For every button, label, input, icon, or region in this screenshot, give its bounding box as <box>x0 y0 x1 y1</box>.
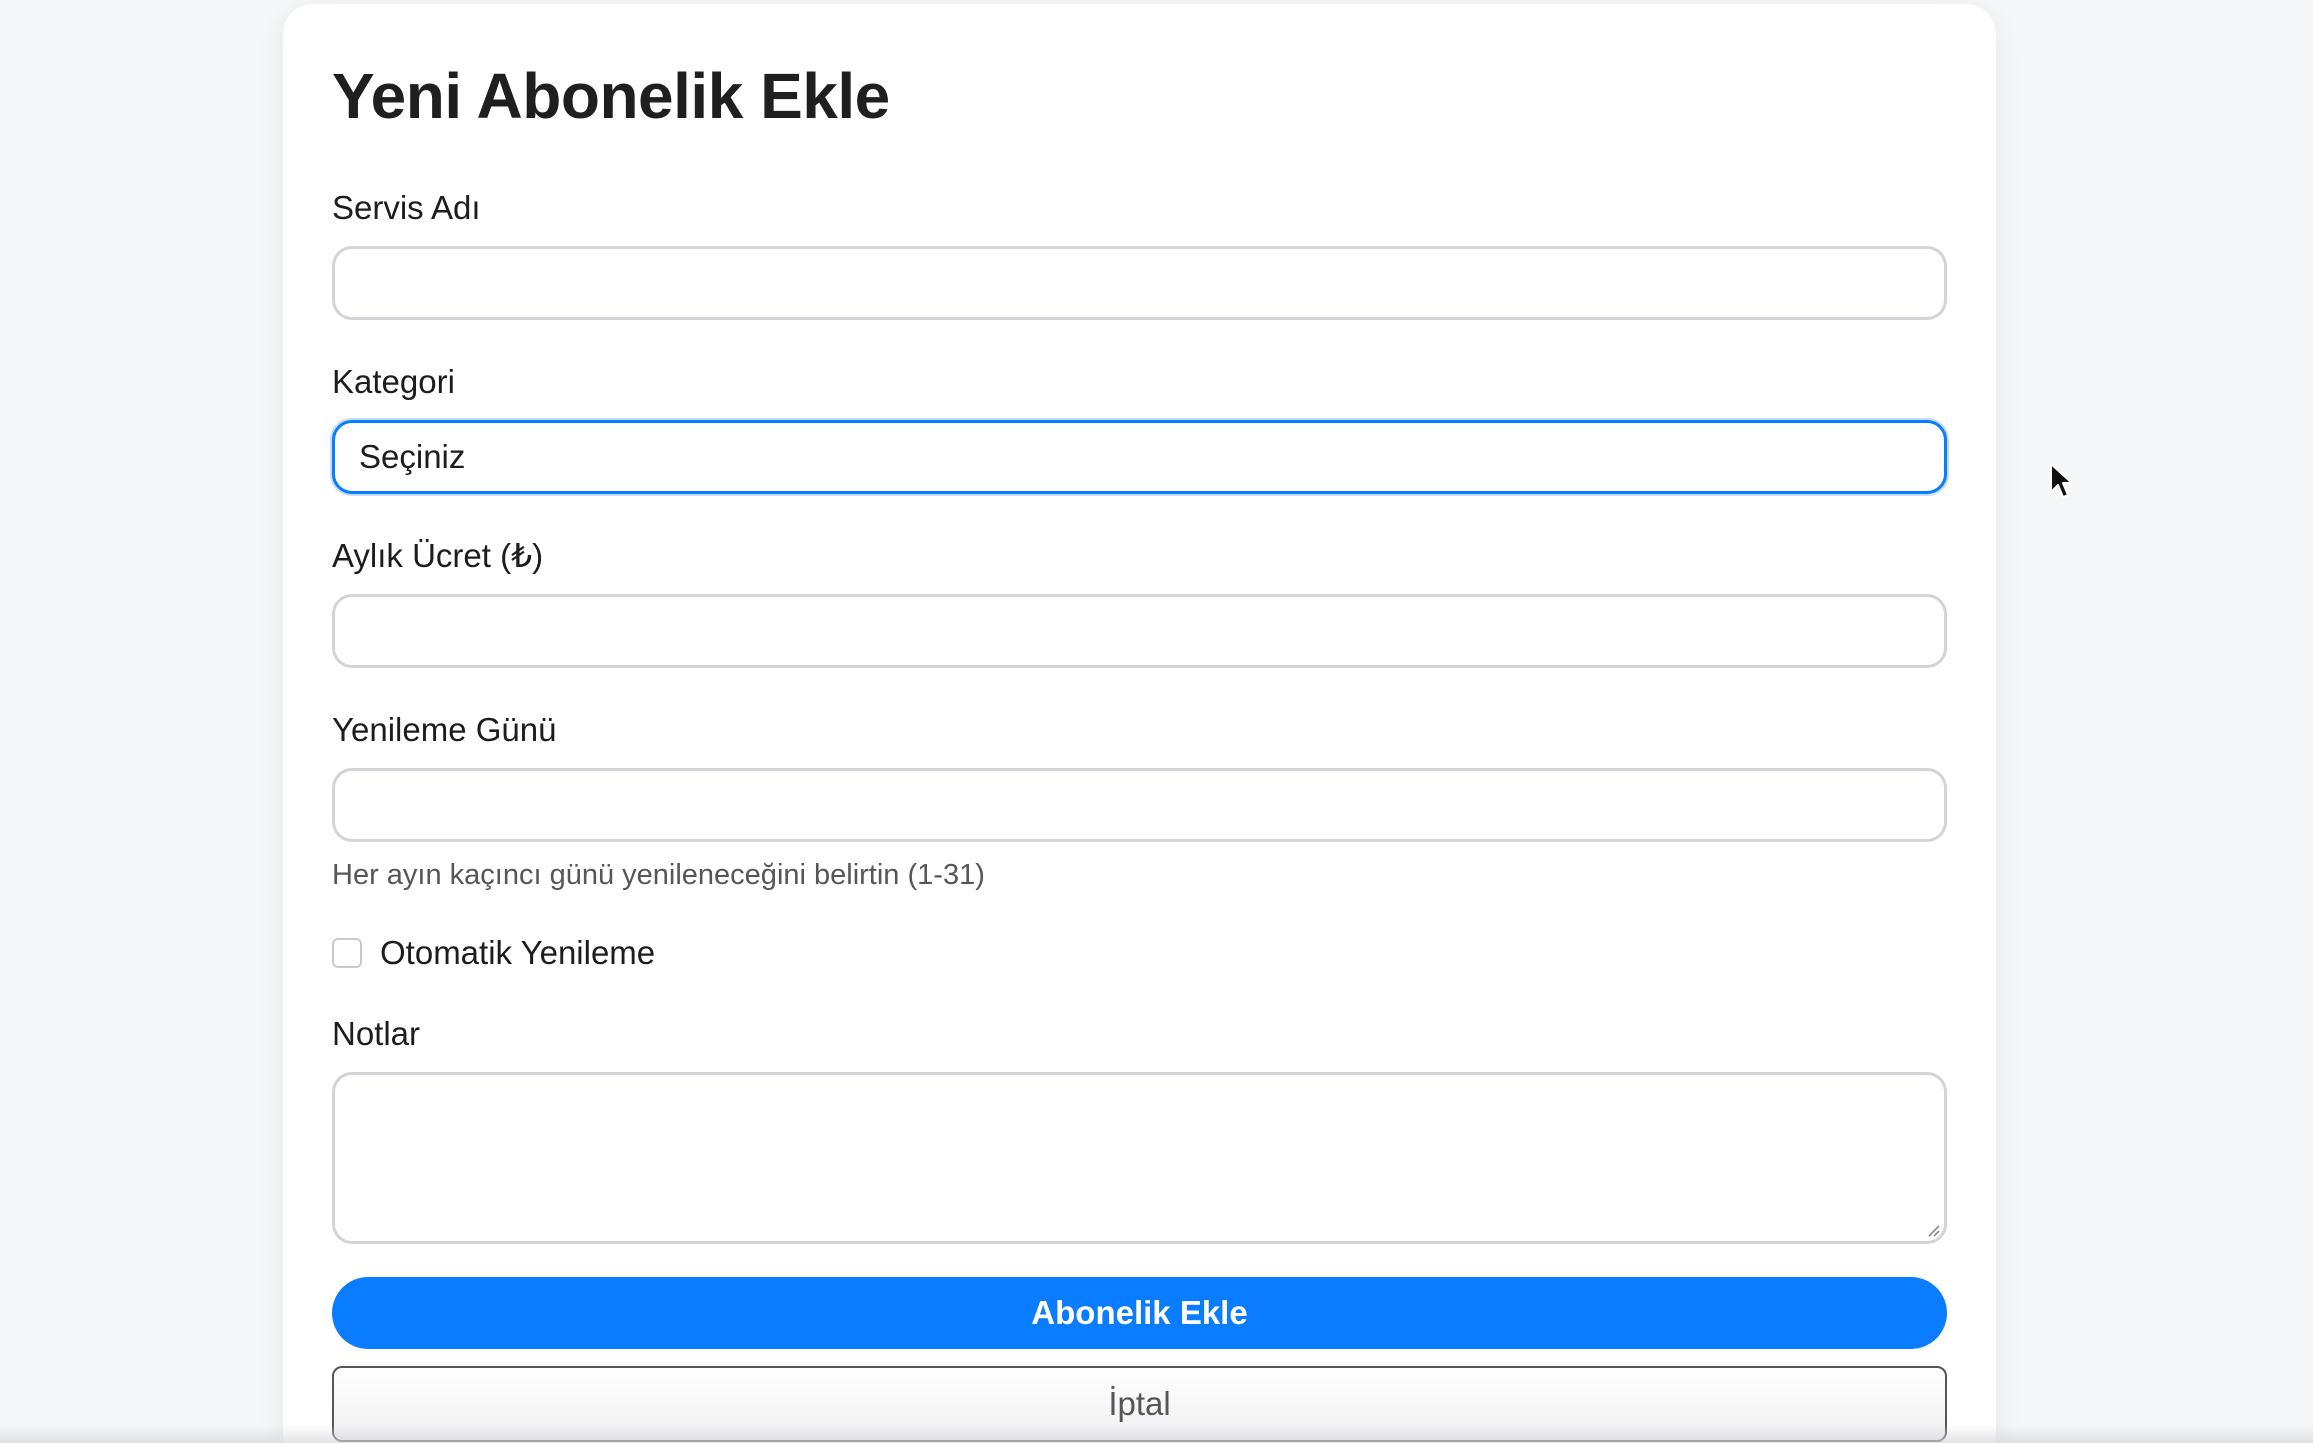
page: Yeni Abonelik Ekle Servis Adı Kategori S… <box>0 0 2313 1443</box>
renewal-day-input[interactable] <box>332 768 1947 842</box>
monthly-fee-label: Aylık Ücret (₺) <box>332 537 544 574</box>
auto-renew-row[interactable]: Otomatik Yenileme <box>332 932 655 974</box>
service-name-input[interactable] <box>332 246 1947 320</box>
mouse-pointer-icon <box>2050 463 2073 498</box>
bottom-edge-shadow <box>0 1425 2313 1443</box>
resize-handle-icon[interactable] <box>1924 1221 1940 1237</box>
renewal-day-label: Yenileme Günü <box>332 711 557 748</box>
monthly-fee-input[interactable] <box>332 594 1947 668</box>
category-select[interactable]: Seçiniz <box>332 420 1947 494</box>
notes-textarea[interactable] <box>332 1072 1947 1244</box>
category-label: Kategori <box>332 363 455 400</box>
add-subscription-button[interactable]: Abonelik Ekle <box>332 1277 1947 1349</box>
service-name-label: Servis Adı <box>332 189 481 226</box>
page-title: Yeni Abonelik Ekle <box>332 60 890 132</box>
add-subscription-card: Yeni Abonelik Ekle Servis Adı Kategori S… <box>283 4 1996 1443</box>
notes-label: Notlar <box>332 1015 421 1052</box>
renewal-day-hint: Her ayın kaçıncı günü yenileneceğini bel… <box>332 859 985 891</box>
auto-renew-checkbox[interactable] <box>332 938 362 968</box>
category-selected-value: Seçiniz <box>359 438 466 475</box>
auto-renew-label[interactable]: Otomatik Yenileme <box>380 934 655 972</box>
